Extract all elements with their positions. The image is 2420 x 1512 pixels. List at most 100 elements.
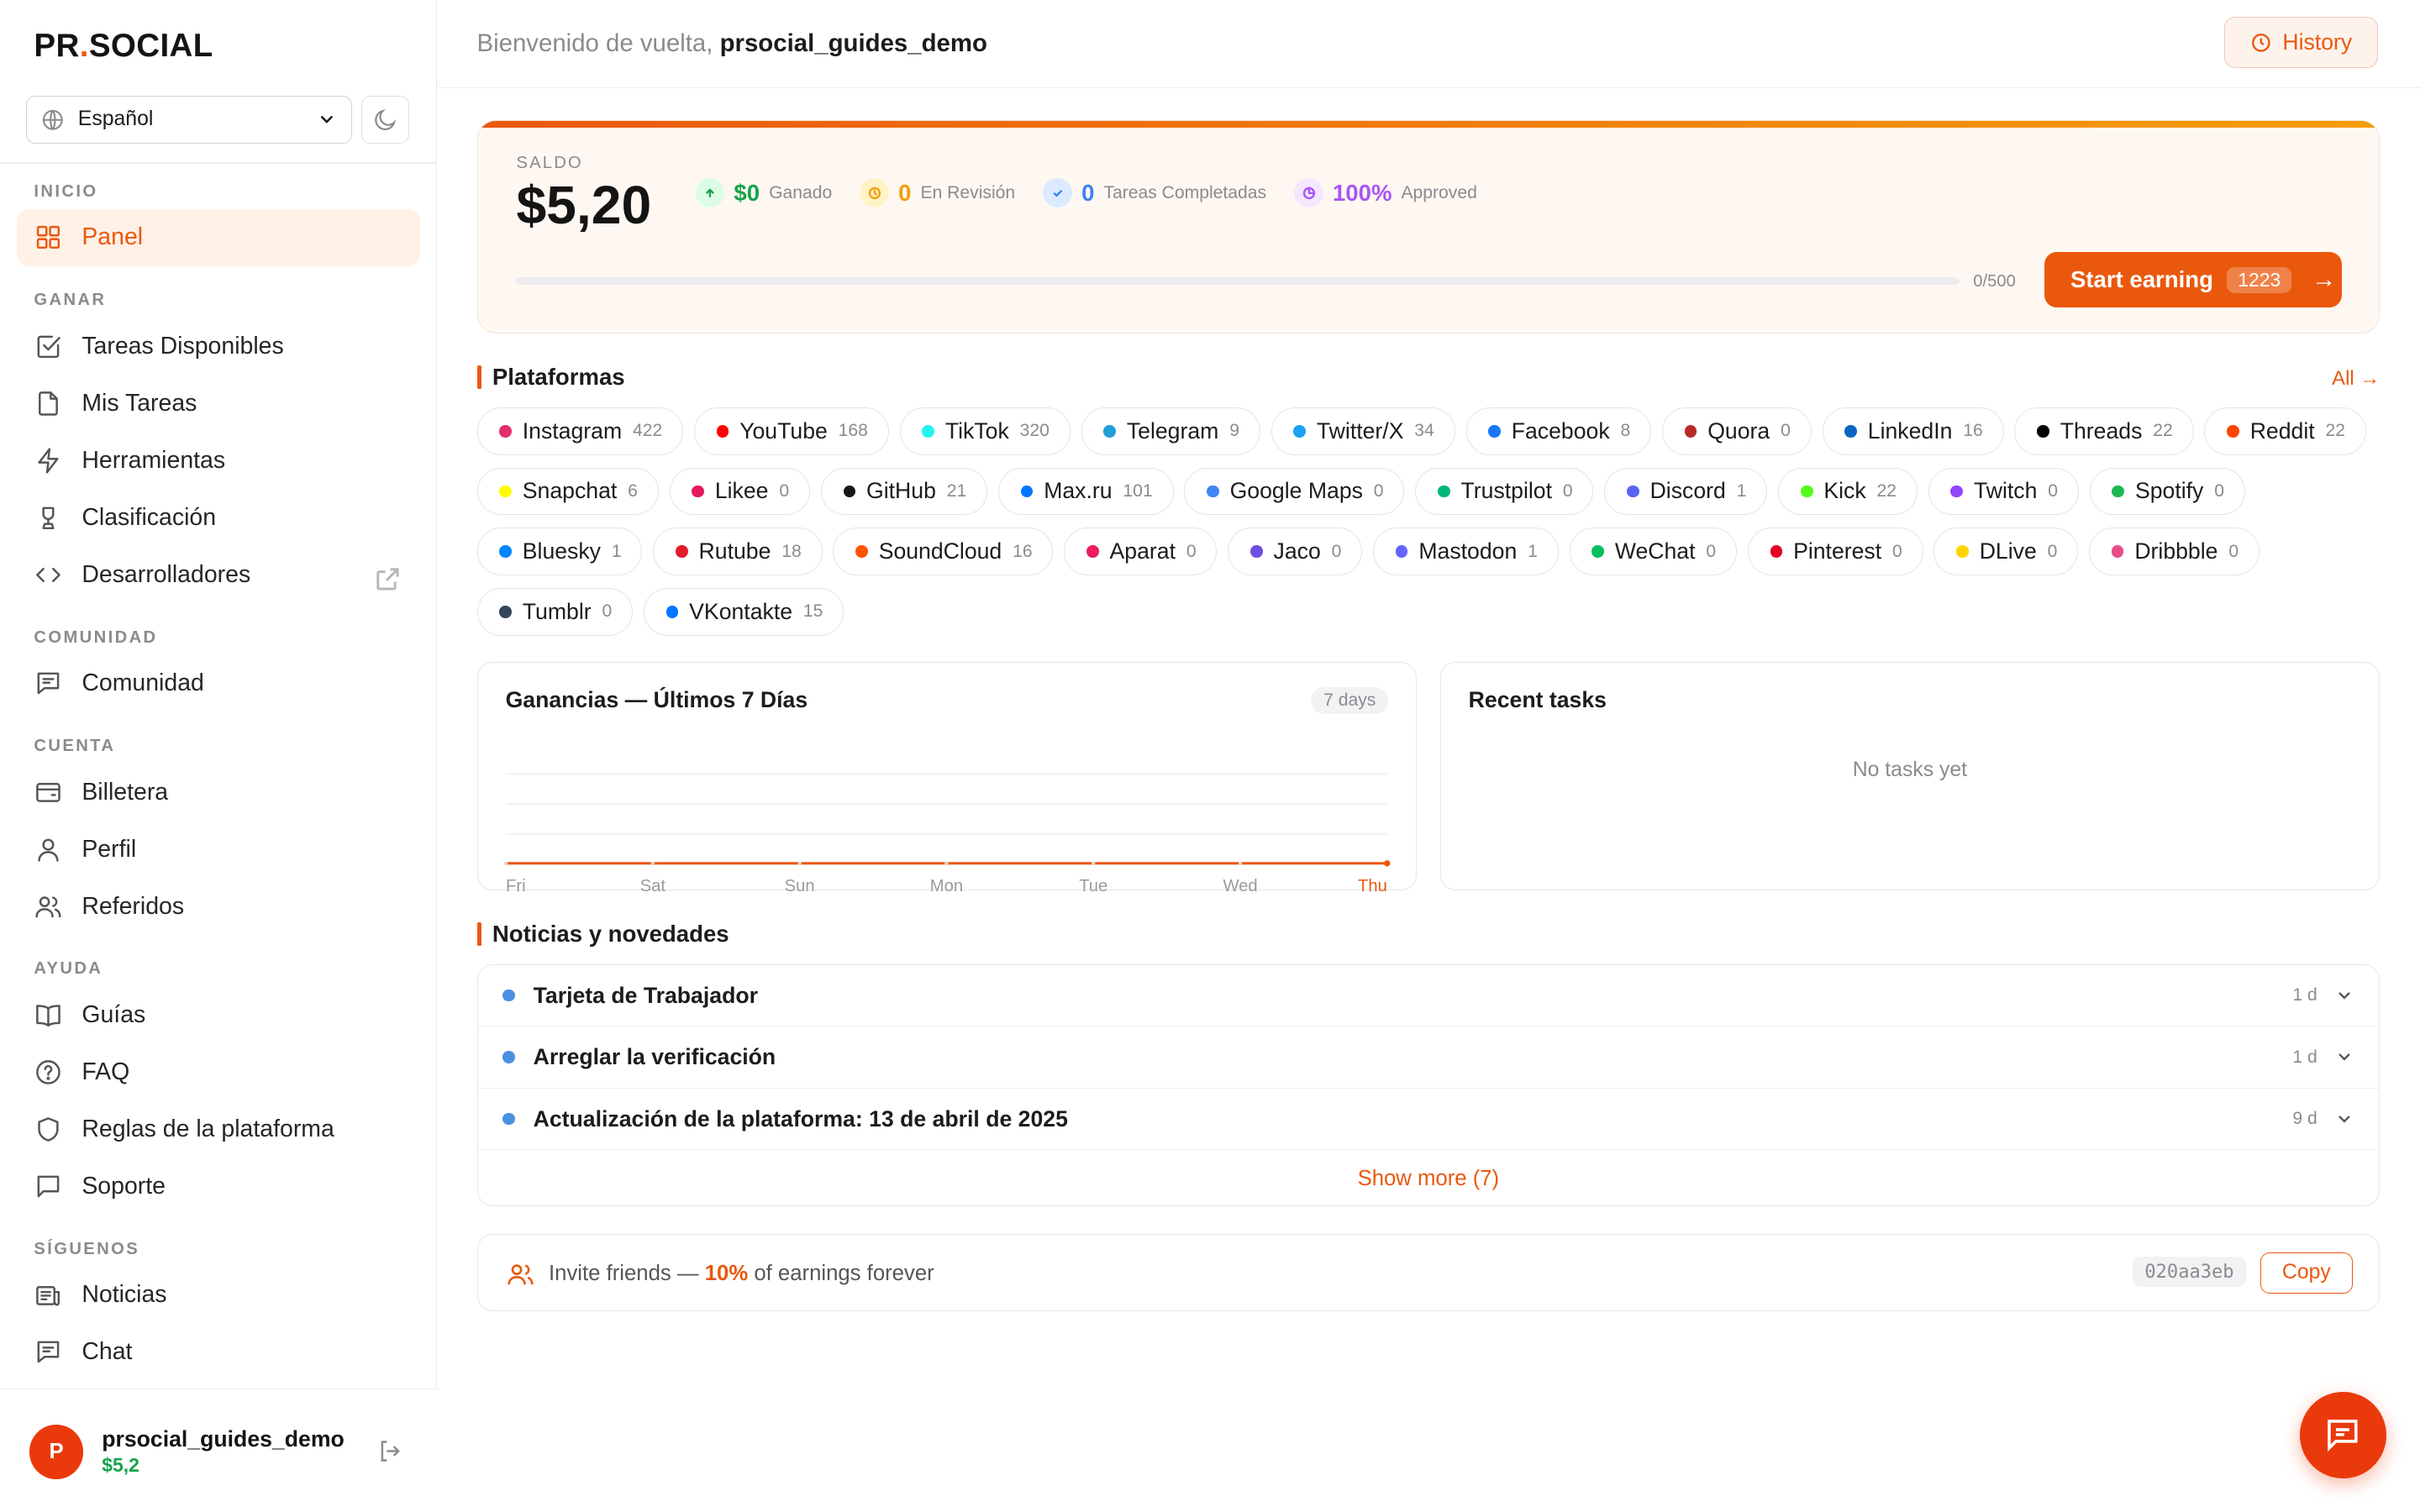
platform-name: Instagram	[522, 417, 623, 444]
platform-dot	[499, 425, 512, 438]
logo-dot: .	[79, 28, 89, 65]
chart-point[interactable]	[944, 861, 949, 865]
welcome-label: Bienvenido de vuelta,	[476, 29, 713, 57]
platform-chip-tumblr[interactable]: Tumblr 0	[476, 587, 634, 636]
sidebar-item-herramientas[interactable]: Herramientas	[17, 432, 419, 489]
show-more-button[interactable]: Show more (7)	[478, 1150, 2380, 1205]
stat-value: 0	[1081, 179, 1095, 206]
platform-dot	[1844, 425, 1857, 438]
platform-chip-vkontakte[interactable]: VKontakte 15	[643, 587, 844, 636]
arrow-right-icon: →	[2312, 265, 2337, 294]
news-item[interactable]: Tarjeta de Trabajador 1 d	[477, 965, 2380, 1027]
chart-point[interactable]	[1091, 861, 1095, 865]
platform-dot	[1250, 545, 1263, 558]
avatar[interactable]: P	[29, 1425, 84, 1479]
platform-chip-reddit[interactable]: Reddit 22	[2204, 407, 2366, 455]
sidebar-item-label: FAQ	[82, 1058, 130, 1086]
history-button[interactable]: History	[2223, 17, 2379, 68]
sidebar-item-guías[interactable]: Guías	[17, 987, 419, 1044]
news-item[interactable]: Actualización de la plataforma: 13 de ab…	[477, 1089, 2380, 1151]
platform-chip-twitch[interactable]: Twitch 0	[1928, 467, 2079, 516]
sidebar-item-billetera[interactable]: Billetera	[17, 764, 419, 821]
logout-button[interactable]	[376, 1437, 404, 1472]
platform-chip-mastodon[interactable]: Mastodon 1	[1373, 528, 1559, 576]
sidebar-item-chat[interactable]: Chat	[17, 1324, 419, 1381]
sidebar-item-comunidad[interactable]: Comunidad	[17, 655, 419, 712]
chart-point[interactable]	[1383, 860, 1391, 867]
sidebar-item-faq[interactable]: FAQ	[17, 1044, 419, 1101]
news-title: Noticias y novedades	[476, 921, 729, 948]
platform-chip-spotify[interactable]: Spotify 0	[2089, 467, 2245, 516]
platform-chip-linkedin[interactable]: LinkedIn 16	[1822, 407, 2004, 455]
sidebar-item-soporte[interactable]: Soporte	[17, 1158, 419, 1215]
sidebar-item-label: Chat	[82, 1338, 133, 1366]
balance-label: SALDO	[516, 153, 583, 172]
check-icon	[1043, 178, 1073, 208]
platform-dot	[499, 605, 512, 618]
theme-toggle-button[interactable]	[360, 95, 409, 144]
platform-chip-dlive[interactable]: DLive 0	[1933, 528, 2079, 576]
platform-chip-max-ru[interactable]: Max.ru 101	[997, 467, 1174, 516]
platform-chip-google-maps[interactable]: Google Maps 0	[1184, 467, 1405, 516]
news-item-title: Arreglar la verificación	[533, 1044, 776, 1070]
sidebar-item-tareas-disponibles[interactable]: Tareas Disponibles	[17, 318, 419, 375]
platform-chip-aparat[interactable]: Aparat 0	[1064, 528, 1218, 576]
sidebar-item-noticias[interactable]: Noticias	[17, 1267, 419, 1324]
chart-point[interactable]	[797, 861, 802, 865]
sidebar-item-perfil[interactable]: Perfil	[17, 821, 419, 878]
sidebar-item-mis-tareas[interactable]: Mis Tareas	[17, 375, 419, 432]
sidebar-item-clasificación[interactable]: Clasificación	[17, 489, 419, 546]
chart-point[interactable]	[1238, 861, 1242, 865]
sidebar-item-label: Soporte	[82, 1172, 166, 1200]
nav-section-title: SÍGUENOS	[34, 1239, 140, 1258]
platform-chip-pinterest[interactable]: Pinterest 0	[1747, 528, 1923, 576]
platform-chip-snapchat[interactable]: Snapchat 6	[476, 467, 659, 516]
copy-button[interactable]: Copy	[2260, 1252, 2353, 1294]
platform-chip-bluesky[interactable]: Bluesky 1	[476, 528, 643, 576]
chart-x-tick-label: Thu	[1358, 877, 1387, 891]
start-earning-button[interactable]: Start earning 1223 →	[2044, 252, 2343, 308]
platform-chip-jaco[interactable]: Jaco 0	[1228, 528, 1363, 576]
sidebar-nav: INICIO Panel GANAR Tareas Disponibles Mis Ta…	[0, 182, 437, 1438]
platform-chip-threads[interactable]: Threads 22	[2014, 407, 2194, 455]
platform-count: 16	[1013, 541, 1033, 561]
platform-chip-instagram[interactable]: Instagram 422	[476, 407, 684, 455]
platform-count: 168	[838, 421, 868, 441]
platform-chip-rutube[interactable]: Rutube 18	[653, 528, 823, 576]
platform-chip-facebook[interactable]: Facebook 8	[1465, 407, 1652, 455]
platform-chip-discord[interactable]: Discord 1	[1604, 467, 1768, 516]
platform-chip-kick[interactable]: Kick 22	[1778, 467, 1918, 516]
sidebar-item-panel[interactable]: Panel	[17, 208, 420, 266]
platform-name: Telegram	[1126, 417, 1219, 444]
chevron-down-icon[interactable]	[2334, 1047, 2354, 1067]
platform-chip-github[interactable]: GitHub 21	[820, 467, 988, 516]
platform-chip-tiktok[interactable]: TikTok 320	[899, 407, 1071, 455]
news-item-age: 1 d	[2292, 1047, 2317, 1067]
recent-tasks-card: Recent tasks No tasks yet	[1439, 661, 2381, 890]
chart-point[interactable]	[650, 861, 655, 865]
chevron-down-icon[interactable]	[2334, 1109, 2354, 1129]
platform-name: Pinterest	[1793, 538, 1882, 564]
platform-dot	[716, 425, 729, 438]
platform-chip-wechat[interactable]: WeChat 0	[1569, 528, 1737, 576]
user-icon	[38, 838, 59, 862]
platform-chip-dribbble[interactable]: Dribbble 0	[2089, 528, 2260, 576]
platform-chip-quora[interactable]: Quora 0	[1661, 407, 1812, 455]
chevron-down-icon[interactable]	[2334, 985, 2354, 1005]
platforms-all-link[interactable]: All →	[2332, 367, 2380, 391]
sidebar-item-referidos[interactable]: Referidos	[17, 878, 419, 935]
platform-chip-trustpilot[interactable]: Trustpilot 0	[1415, 467, 1594, 516]
support-chat-button[interactable]	[2299, 1391, 2386, 1478]
chart-point[interactable]	[503, 861, 508, 865]
logo[interactable]: PR.SOCIAL	[34, 28, 213, 65]
platform-chip-youtube[interactable]: YouTube 168	[693, 407, 889, 455]
language-select[interactable]: Español	[26, 95, 352, 144]
platform-chip-likee[interactable]: Likee 0	[669, 467, 810, 516]
platform-chip-twitter-x[interactable]: Twitter/X 34	[1270, 407, 1455, 455]
sidebar-item-desarrolladores[interactable]: Desarrolladores	[17, 546, 419, 603]
platform-name: Dribbble	[2134, 538, 2218, 564]
sidebar-item-reglas-de-la-plataforma[interactable]: Reglas de la plataforma	[17, 1101, 419, 1158]
news-item[interactable]: Arreglar la verificación 1 d	[477, 1026, 2380, 1089]
platform-chip-soundcloud[interactable]: SoundCloud 16	[833, 528, 1054, 576]
platform-chip-telegram[interactable]: Telegram 9	[1081, 407, 1260, 455]
